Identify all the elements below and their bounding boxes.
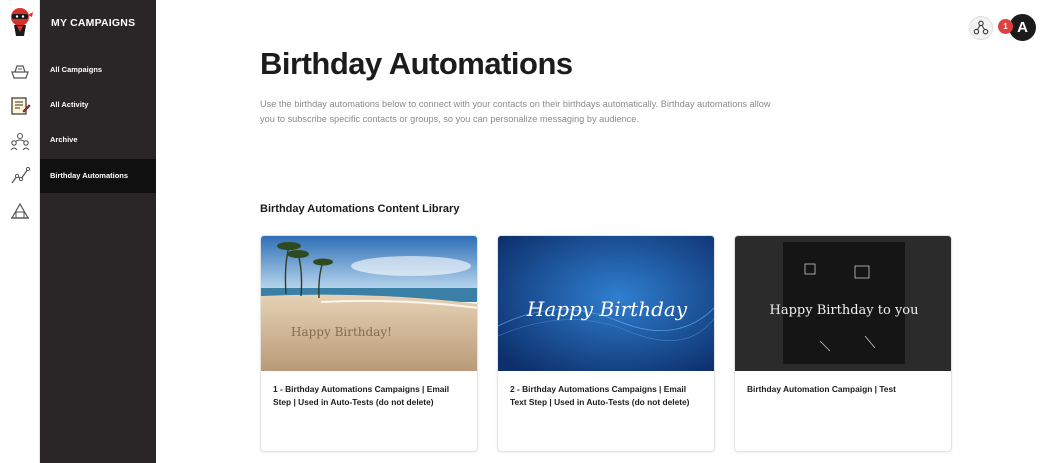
campaigns-icon[interactable] [9, 60, 31, 82]
app-root: MY CAMPAIGNS All Campaigns All Activity … [0, 0, 1040, 463]
sidebar-item-birthday-automations[interactable]: Birthday Automations [40, 159, 156, 193]
card-title: Birthday Automation Campaign | Test [747, 384, 896, 394]
page-title: Birthday Automations [260, 46, 573, 81]
campaigns-sidebar: MY CAMPAIGNS All Campaigns All Activity … [40, 0, 156, 463]
analytics-icon[interactable] [9, 165, 31, 187]
sidebar-title: MY CAMPAIGNS [51, 17, 136, 29]
card-thumbnail-blue-birthday: Happy Birthday [498, 236, 714, 371]
card-thumbnail-beach: Happy Birthday! [261, 236, 477, 371]
campaign-card[interactable]: Happy Birthday to you Birthday Automatio… [734, 235, 952, 452]
org-chart-icon[interactable] [969, 16, 993, 40]
sidebar-item-archive[interactable]: Archive [40, 123, 156, 157]
card-title: 2 - Birthday Automations Campaigns | Ema… [510, 384, 690, 407]
card-image-caption: Happy Birthday to you [769, 303, 918, 318]
templates-icon[interactable] [9, 200, 31, 222]
contacts-icon[interactable] [9, 130, 31, 152]
sidebar-item-all-campaigns[interactable]: All Campaigns [40, 53, 156, 87]
icon-rail [0, 0, 40, 463]
notification-badge[interactable]: 1 [998, 19, 1013, 34]
card-image-caption: Happy Birthday! [291, 325, 392, 339]
campaign-card[interactable]: Happy Birthday! 1 - Birthday Automations… [260, 235, 478, 452]
ninja-logo-icon[interactable] [8, 6, 34, 38]
user-avatar[interactable]: A [1009, 14, 1036, 41]
automations-icon[interactable] [9, 95, 31, 117]
section-title: Birthday Automations Content Library [260, 203, 460, 215]
sidebar-item-all-activity[interactable]: All Activity [40, 88, 156, 122]
campaign-card[interactable]: Happy Birthday 2 - Birthday Automations … [497, 235, 715, 452]
card-thumbnail-chalkboard: Happy Birthday to you [735, 236, 951, 371]
page-description: Use the birthday automations below to co… [260, 99, 771, 124]
card-image-caption: Happy Birthday [526, 297, 688, 321]
card-title: 1 - Birthday Automations Campaigns | Ema… [273, 384, 450, 407]
